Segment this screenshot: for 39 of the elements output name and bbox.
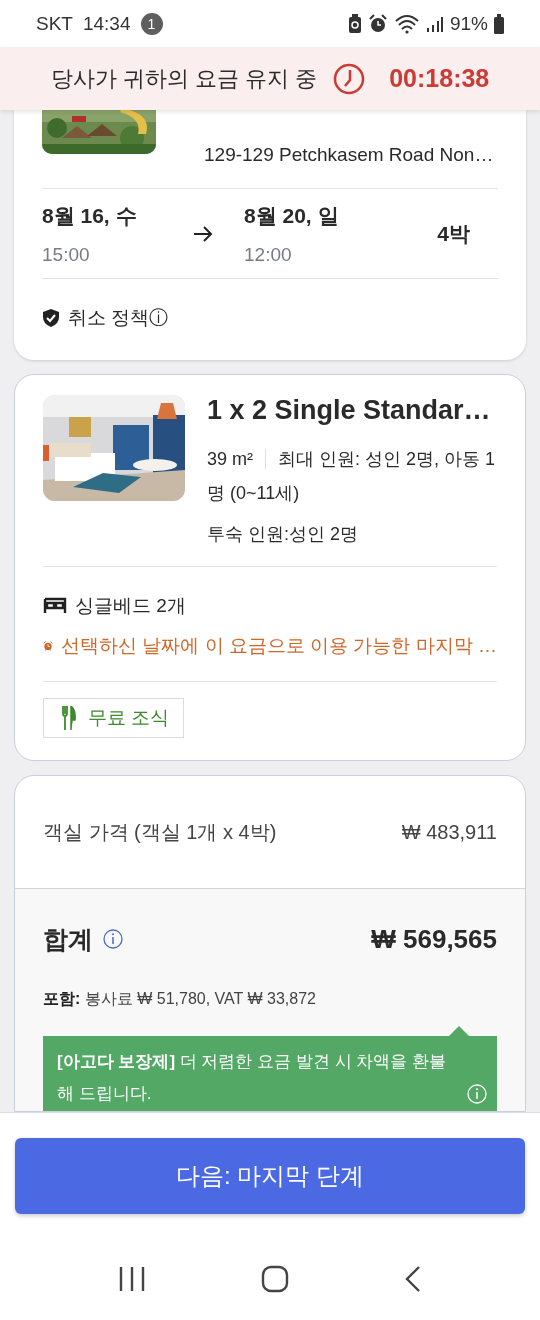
room-price: ₩ 483,911 (401, 820, 497, 844)
clock-icon (333, 62, 366, 95)
bed-icon (43, 597, 67, 615)
check-in-time: 15:00 (42, 243, 91, 266)
included-fees: 포함: 봉사료 ₩ 51,780, VAT ₩ 33,872 (43, 989, 317, 1009)
free-breakfast-tag: 무료 조식 (43, 698, 185, 738)
home-icon[interactable] (261, 1265, 289, 1293)
check-in-date: 8월 16, 수 (42, 202, 138, 229)
total-label: 합계 (43, 923, 93, 955)
battery-level: 91% (449, 12, 488, 35)
guest-count: 투숙 인원:성인 2명 (207, 523, 359, 546)
room-capacity: 39 m² 최대 인원: 성인 2명, 아동 1 명 (0~11세) (207, 448, 497, 505)
clock: 14:34 (82, 12, 131, 35)
alarm-icon (367, 13, 388, 34)
shield-check-icon (42, 308, 60, 328)
battery-saver-icon (347, 13, 362, 34)
room-title: 1 x 2 Single Standar… (207, 395, 492, 426)
signal-icon (425, 14, 444, 33)
notification-badge: 1 (140, 12, 163, 35)
battery-icon (494, 13, 504, 34)
nights-count: 4박 (437, 220, 470, 247)
bed-type: 싱글베드 2개 (75, 594, 186, 618)
total-price: ₩ 569,565 (371, 923, 497, 955)
back-icon[interactable] (404, 1265, 423, 1293)
check-out-time: 12:00 (244, 243, 293, 266)
countdown-timer: 00:18:38 (389, 64, 490, 93)
wifi-icon (393, 13, 420, 34)
price-guarantee-text: [아고다 보장제] 더 저렴한 요금 발견 시 차액을 환불해 드립니다. (57, 1051, 448, 1105)
check-out-date: 8월 20, 일 (244, 202, 340, 229)
next-step-button[interactable]: 다음: 마지막 단계 (15, 1137, 525, 1214)
cancellation-policy-link[interactable]: 취소 정책ⓘ (68, 305, 169, 331)
room-price-label: 객실 가격 (객실 1개 x 4박) (43, 819, 277, 845)
hotel-address: 129-129 Petchkasem Road Non… (204, 144, 494, 166)
recent-apps-icon[interactable] (117, 1266, 146, 1292)
hold-message: 당사가 귀하의 요금 유지 중 (50, 64, 318, 93)
availability-warning: 선택하신 날짜에 이 요금으로 이용 가능한 마지막 … (61, 634, 497, 658)
fork-knife-icon (62, 706, 76, 730)
info-icon[interactable] (103, 929, 123, 949)
carrier: SKT (36, 12, 73, 35)
